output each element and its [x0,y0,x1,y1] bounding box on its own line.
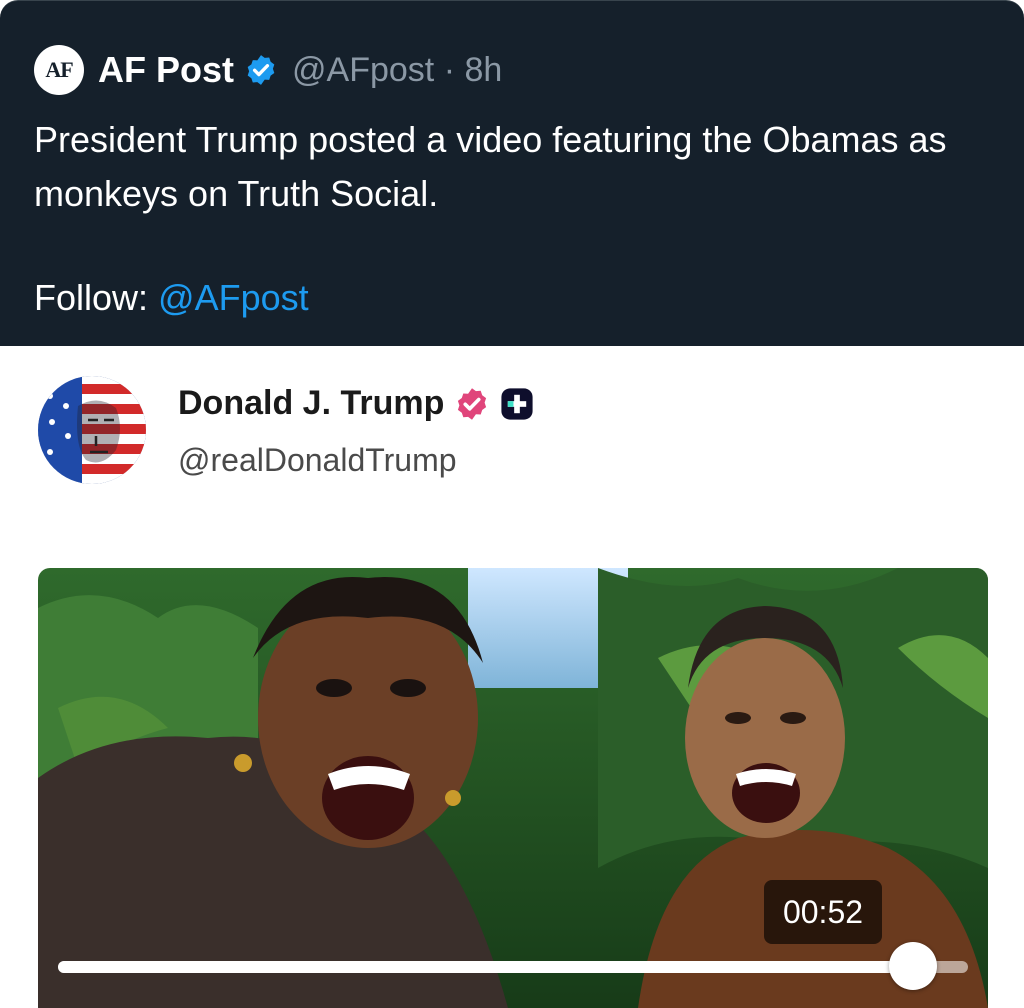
follow-label: Follow: [34,277,149,318]
af-post-avatar[interactable]: AF [34,45,84,95]
avatar-image [38,376,146,484]
trump-avatar[interactable] [38,376,146,484]
author-handle-time[interactable]: @AFpost · 8h [292,51,502,90]
verified-badge-icon [247,55,275,85]
truth-social-post: Donald J. Trump @realDonaldTrump 00:52 [0,346,1024,1008]
truth-author-name[interactable]: Donald J. Trump [178,384,444,423]
follow-mention-link[interactable]: @AFpost [158,277,309,318]
truth-author-row: Donald J. Trump [178,384,534,423]
truth-plus-icon [501,387,533,420]
tweet-header: AF AF Post @AFpost · 8h [34,45,502,95]
author-name[interactable]: AF Post [98,49,234,91]
follow-line: Follow: @AFpost [34,271,309,325]
quoted-tweet[interactable]: AF AF Post @AFpost · 8h President Trump … [0,0,1024,346]
video-player[interactable]: 00:52 [38,568,988,1008]
video-progress-bar[interactable] [58,942,968,990]
video-timestamp: 00:52 [764,880,882,944]
verified-badge-icon [458,387,487,420]
truth-author-handle[interactable]: @realDonaldTrump [178,442,457,479]
video-progress-fill [58,961,914,973]
tweet-text: President Trump posted a video featuring… [34,119,947,214]
